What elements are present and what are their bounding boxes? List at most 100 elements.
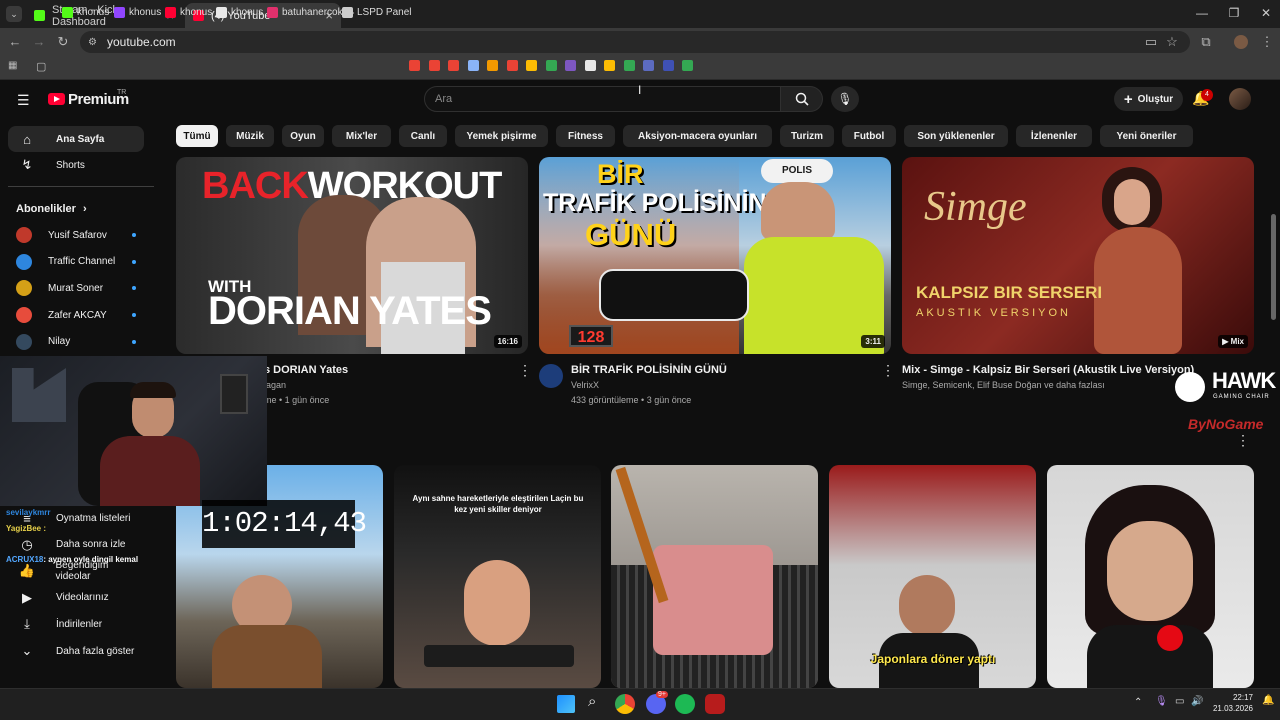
bookmark-icon[interactable] <box>643 60 654 71</box>
bookmark-icon[interactable] <box>506 60 518 71</box>
more-options-icon[interactable]: ⋮ <box>518 362 532 379</box>
hamburger-menu-icon[interactable]: ☰ <box>17 92 30 109</box>
search-button[interactable] <box>781 86 823 112</box>
video-thumbnail[interactable]: BİR TRAFİK POLİSİNİN GÜNÜ POLIS 128 3:11 <box>539 157 891 354</box>
subscription-item[interactable]: Zafer AKCAY <box>8 302 148 328</box>
subscriptions-heading[interactable]: Abonelikler › <box>16 203 87 215</box>
bookmark-icon[interactable] <box>448 60 459 71</box>
notification-center-icon[interactable]: 🔔 <box>1262 695 1274 706</box>
channel-name[interactable]: Simge, Semicenk, Elif Buse Doğan ve daha… <box>902 380 1105 390</box>
cast-icon[interactable]: ▭ <box>1142 34 1160 50</box>
playlist-icon: ▶ <box>1222 337 1231 346</box>
sidebar-item-shorts[interactable]: ↯ Shorts <box>8 152 144 178</box>
video-thumbnail[interactable]: Simge KALPSIZ BIR SERSERI AKUSTIK VERSIY… <box>902 157 1254 354</box>
account-avatar[interactable] <box>1229 88 1251 110</box>
filter-chip[interactable]: Mix'ler <box>332 125 391 147</box>
bookmark-icon[interactable] <box>584 60 596 71</box>
subscription-item[interactable]: Nilay <box>8 329 148 355</box>
filter-chip[interactable]: Aksiyon-macera oyunları <box>623 125 772 147</box>
channel-name[interactable]: VelrixX <box>571 380 599 390</box>
bookmark-star-icon[interactable]: ☆ <box>1163 34 1181 50</box>
more-options-icon[interactable]: ⋮ <box>1236 432 1250 449</box>
youtube-logo-icon[interactable] <box>48 93 65 105</box>
tray-chevron-icon[interactable]: ⌃ <box>1134 697 1142 708</box>
close-window-icon[interactable]: ✕ <box>1256 6 1276 20</box>
clock-time[interactable]: 22:17 <box>1213 693 1253 702</box>
subscription-item[interactable]: Traffic Channel <box>8 249 148 275</box>
filter-chip[interactable]: Futbol <box>842 125 896 147</box>
restore-icon[interactable]: ❐ <box>1224 6 1244 20</box>
bookmark-item[interactable]: khonus <box>62 4 109 20</box>
more-options-icon[interactable]: ⋮ <box>881 362 895 379</box>
filter-chip[interactable]: Canlı <box>399 125 447 147</box>
bookmark-icon[interactable] <box>487 60 498 71</box>
extensions-icon[interactable]: ⧉ <box>1197 34 1215 50</box>
channel-avatar[interactable] <box>539 364 563 388</box>
filter-chip[interactable]: Fitness <box>556 125 615 147</box>
search-input[interactable]: Ara <box>424 86 781 112</box>
subscription-item[interactable]: Murat Soner <box>8 275 148 301</box>
filter-chip[interactable]: İzlenenler <box>1016 125 1092 147</box>
bookmark-icon[interactable] <box>565 60 576 71</box>
short-thumbnail[interactable] <box>1047 465 1254 688</box>
sidebar-item-home[interactable]: ⌂ Ana Sayfa <box>8 126 144 152</box>
bookmark-icon[interactable] <box>662 60 674 71</box>
back-icon[interactable]: ← <box>6 34 24 49</box>
bookmark-item[interactable]: khonus <box>216 4 263 20</box>
profile-avatar[interactable] <box>1234 35 1248 49</box>
tab-search-icon[interactable]: ⌄ <box>6 6 22 22</box>
video-thumbnail[interactable]: BACKWORKOUT WITH DORIAN YATES 16:16 <box>176 157 528 354</box>
video-title[interactable]: s DORIAN Yates <box>264 364 348 376</box>
reload-icon[interactable]: ↻ <box>54 34 72 50</box>
channel-name[interactable]: agan <box>266 380 286 390</box>
bookmark-item[interactable]: LSPD Panel <box>342 4 411 20</box>
sidebar-item-you[interactable]: ▶ Videolarınız <box>8 585 144 611</box>
clock-date[interactable]: 21.03.2026 <box>1209 704 1253 713</box>
forward-icon[interactable]: → <box>30 34 48 49</box>
bookmark-item[interactable]: batuhanercok <box>267 4 343 20</box>
bookmark-icon[interactable] <box>428 60 440 71</box>
bookmark-icon[interactable] <box>467 60 479 71</box>
search-icon[interactable]: ⌕ <box>588 693 596 710</box>
filter-chip[interactable]: Oyun <box>282 125 324 147</box>
bookmark-icon[interactable] <box>409 60 420 71</box>
short-thumbnail[interactable] <box>611 465 818 688</box>
chrome-app-icon[interactable] <box>615 694 635 714</box>
scrollbar-thumb[interactable] <box>1271 214 1276 320</box>
bookmark-item[interactable]: khonus <box>165 4 212 20</box>
filter-chip[interactable]: Turizm <box>780 125 834 147</box>
folder-icon[interactable]: ▢ <box>36 60 46 73</box>
video-title[interactable]: Mix - Simge - Kalpsiz Bir Serseri (Akust… <box>902 364 1194 376</box>
subscription-item[interactable]: Yusif Safarov <box>8 222 148 248</box>
bookmark-icon[interactable] <box>604 60 615 71</box>
windows-start-icon[interactable] <box>557 695 575 713</box>
filter-chip[interactable]: Yeni öneriler <box>1100 125 1193 147</box>
network-icon[interactable]: ▭ <box>1175 696 1184 707</box>
short-thumbnail[interactable]: Japonlara döner yaptı <box>829 465 1036 688</box>
bookmark-icon[interactable] <box>682 60 693 71</box>
spotify-app-icon[interactable] <box>675 694 695 714</box>
voice-search-button[interactable]: 🎙 <box>831 86 859 112</box>
bookmark-icon[interactable] <box>545 60 557 71</box>
menu-icon[interactable]: ⋮ <box>1258 34 1276 50</box>
sidebar-item-you[interactable]: ⤓ İndirilenler <box>8 611 144 637</box>
filter-chip[interactable]: Yemek pişirme <box>455 125 548 147</box>
filter-chip[interactable]: Tümü <box>176 125 218 147</box>
bookmark-icon[interactable] <box>526 60 537 71</box>
filter-chip[interactable]: Son yüklenenler <box>904 125 1008 147</box>
sidebar-item-you[interactable]: ◷ Daha sonra izle <box>8 532 144 558</box>
short-thumbnail[interactable]: Aynı sahne hareketleriyle eleştirilen La… <box>394 465 601 688</box>
site-info-icon[interactable]: ⚙ <box>88 37 97 48</box>
minimize-icon[interactable]: — <box>1192 6 1212 20</box>
microphone-tray-icon[interactable]: 🎙 <box>1155 696 1168 707</box>
video-title[interactable]: BİR TRAFİK POLİSİNİN GÜNÜ <box>571 364 727 376</box>
bookmark-item[interactable]: khonus <box>114 4 161 20</box>
bookmark-icon[interactable] <box>623 60 635 71</box>
volume-icon[interactable]: 🔊 <box>1191 696 1203 707</box>
media-app-icon[interactable] <box>705 694 725 714</box>
create-button[interactable]: + Oluştur <box>1114 87 1183 111</box>
apps-icon[interactable]: ▦ <box>8 60 17 71</box>
sidebar-item-you[interactable]: ⌄ Daha fazla göster <box>8 638 144 664</box>
filter-chip[interactable]: Müzik <box>226 125 274 147</box>
address-bar[interactable]: ⚙ youtube.com <box>80 31 1190 53</box>
